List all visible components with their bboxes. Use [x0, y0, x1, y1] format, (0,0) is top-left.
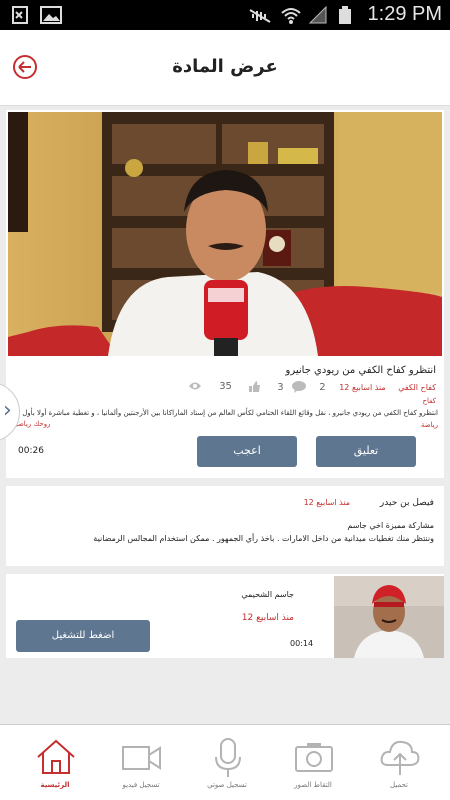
nav-video[interactable]: تسجيل فيديو — [98, 725, 184, 800]
video-category[interactable]: كفاح — [422, 397, 436, 405]
video-author[interactable]: كفاح الكفي — [398, 383, 436, 392]
nav-audio[interactable]: تسجيل صوتي — [184, 725, 270, 800]
like-button[interactable]: اعجب — [197, 436, 297, 467]
video-time-ago: منذ اسابيع 12 — [339, 383, 386, 392]
wifi-icon — [281, 8, 301, 24]
likes-count: 3 — [277, 382, 284, 393]
video-card: انتظرو كفاح الكفي من ريودي جانيرو كفاح ا… — [6, 110, 444, 478]
likes-stat: 3 — [248, 381, 284, 393]
video-thumbnail — [8, 112, 442, 356]
status-time: 1:29 PM — [367, 3, 442, 25]
mute-icon — [249, 9, 271, 23]
sim-icon — [12, 6, 28, 24]
signal-icon — [308, 6, 327, 24]
chevron-right-icon: › — [3, 398, 12, 423]
sport-tag-link[interactable]: رياضة — [421, 421, 438, 429]
views-count: 35 — [219, 381, 232, 392]
reply-time-ago: منذ اسابيع 12 — [241, 613, 294, 623]
page-title: عرض المادة — [172, 56, 278, 77]
nav-video-label: تسجيل فيديو — [122, 781, 160, 789]
eye-icon — [189, 382, 201, 390]
video-duration: 00:26 — [18, 446, 44, 456]
comment-line: وننتظر منك تغطيات ميدانية من داخل الامار… — [93, 534, 434, 543]
comments-stat: 2 — [292, 381, 326, 393]
video-title: انتظرو كفاح الكفي من ريودي جانيرو — [285, 365, 437, 376]
nav-upload-label: تحميل — [390, 781, 408, 789]
comment-body: مشاركة مميزة اخي جاسم وننتظر منك تغطيات … — [93, 519, 434, 545]
nav-camera[interactable]: التقاط الصور — [270, 725, 356, 800]
comment-line: مشاركة مميزة اخي جاسم — [347, 521, 434, 530]
comment-button[interactable]: تعليق — [316, 436, 416, 467]
camera-icon — [295, 743, 333, 772]
gallery-icon — [40, 6, 62, 24]
nav-upload[interactable]: تحميل — [356, 725, 442, 800]
video-description: انتظرو كفاح الكفي من ريودي جانيرو ، نقل … — [22, 409, 438, 417]
comment-card: فيصل بن حيدر منذ اسابيع 12 مشاركة مميزة … — [6, 486, 444, 566]
reply-video-card: جاسم الشحيمي منذ اسابيع 12 00:14 اضغط لل… — [6, 574, 444, 658]
commenter-name: فيصل بن حيدر — [379, 498, 434, 508]
battery-icon — [339, 6, 351, 24]
video-camera-icon — [122, 746, 161, 770]
upload-cloud-icon — [380, 740, 420, 775]
play-button[interactable]: اضغط للتشغيل — [16, 620, 150, 652]
speech-bubble-icon — [292, 381, 306, 393]
views-stat: 35 — [188, 381, 232, 392]
video-player[interactable] — [8, 112, 442, 356]
reply-duration: 00:14 — [290, 639, 314, 648]
app-header: عرض المادة — [0, 30, 450, 106]
thumbs-up-icon — [249, 381, 260, 392]
reply-author-name: جاسم الشحيمي — [241, 590, 294, 599]
reply-video-thumbnail[interactable] — [334, 576, 444, 658]
status-bar: 1:29 PM — [0, 0, 450, 30]
nav-audio-label: تسجيل صوتي — [207, 781, 247, 789]
comments-count: 2 — [319, 382, 326, 393]
microphone-icon — [215, 738, 241, 777]
home-icon — [37, 739, 75, 774]
nav-home-label: الرئيسية — [40, 781, 70, 789]
nav-home[interactable]: الرئيسية — [12, 725, 98, 800]
nav-camera-label: التقاط الصور — [294, 781, 332, 789]
reply-thumbnail-image — [334, 576, 444, 658]
video-meta: كفاح الكفي منذ اسابيع 12 — [339, 383, 436, 392]
bottom-nav: تحميل التقاط الصور تسجيل صوتي تسجيل فيدي… — [0, 724, 450, 800]
comment-time-ago: منذ اسابيع 12 — [303, 498, 350, 507]
